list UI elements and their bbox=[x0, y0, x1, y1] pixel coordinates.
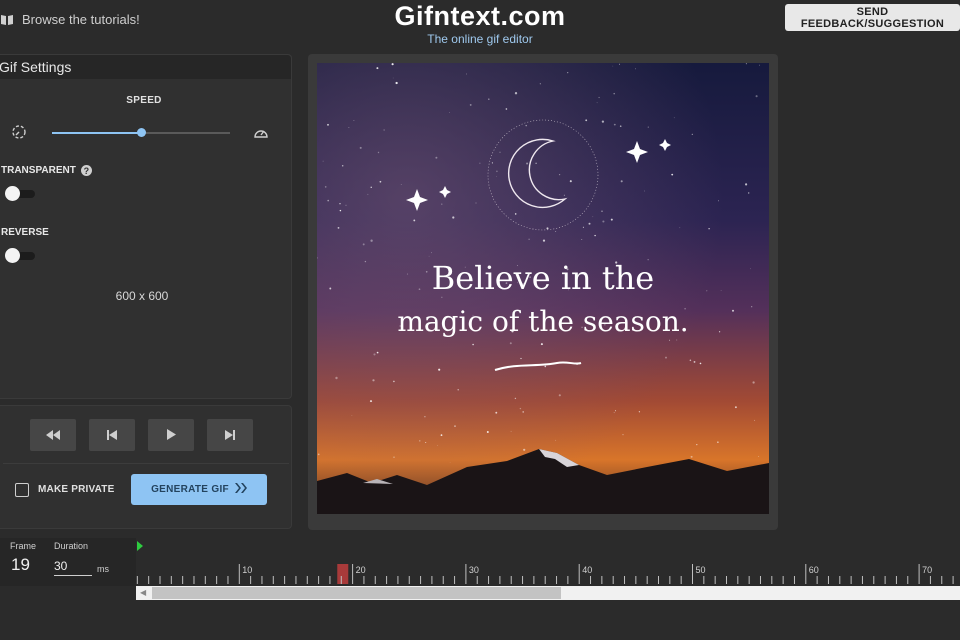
toggle-knob bbox=[5, 186, 20, 201]
fast-speed-icon[interactable] bbox=[253, 125, 269, 144]
transparent-text: TRANSPARENT bbox=[1, 165, 76, 176]
speed-slider[interactable] bbox=[52, 128, 230, 137]
speed-slider-fill bbox=[52, 132, 141, 134]
caption-line-1: Believe in the bbox=[431, 259, 655, 297]
generate-gif-label: GENERATE GIF bbox=[151, 484, 229, 495]
play-icon bbox=[166, 428, 176, 443]
reverse-toggle[interactable] bbox=[5, 248, 35, 263]
ruler-label: 10 bbox=[242, 565, 252, 575]
reverse-label: REVERSE bbox=[1, 227, 49, 238]
book-icon bbox=[0, 14, 14, 26]
make-private-label: MAKE PRIVATE bbox=[38, 484, 115, 495]
double-chevron-right-icon bbox=[234, 483, 247, 496]
generate-gif-button[interactable]: GENERATE GIF bbox=[131, 474, 267, 505]
ruler-label: 30 bbox=[469, 565, 479, 575]
header: Browse the tutorials! Gifntext.com The o… bbox=[0, 0, 960, 48]
step-back-button[interactable] bbox=[89, 419, 135, 451]
tutorials-label: Browse the tutorials! bbox=[22, 12, 140, 27]
make-private-checkbox[interactable] bbox=[15, 483, 29, 497]
scroll-left-arrow-icon[interactable]: ◀ bbox=[140, 588, 146, 597]
transparent-toggle[interactable] bbox=[5, 186, 35, 201]
timeline-ruler[interactable]: 10 20 30 40 50 60 70 bbox=[136, 538, 960, 586]
rewind-icon bbox=[46, 428, 60, 443]
transparent-label: TRANSPARENT ? bbox=[1, 165, 92, 176]
panel-title: Gif Settings bbox=[0, 59, 72, 75]
reverse-text: REVERSE bbox=[1, 227, 49, 238]
help-icon[interactable]: ? bbox=[80, 165, 92, 176]
gif-settings-panel: Gif Settings SPEED TRANSPARENT ? REVERSE… bbox=[0, 54, 292, 399]
step-back-icon bbox=[107, 428, 117, 443]
frame-value: 19 bbox=[11, 555, 30, 574]
playhead[interactable] bbox=[337, 564, 349, 584]
canvas-frame: Believe in the magic of the season. bbox=[308, 54, 778, 530]
divider bbox=[3, 463, 289, 464]
ruler-label: 70 bbox=[922, 565, 932, 575]
ruler-label: 20 bbox=[356, 565, 366, 575]
play-button[interactable] bbox=[148, 419, 194, 451]
speed-label: SPEED bbox=[126, 95, 162, 106]
timeline-start-marker bbox=[137, 541, 143, 551]
gif-preview[interactable]: Believe in the magic of the season. bbox=[317, 63, 769, 514]
brand: Gifntext.com The online gif editor bbox=[330, 0, 630, 46]
brand-title: Gifntext.com bbox=[394, 1, 566, 31]
send-feedback-button[interactable]: SEND FEEDBACK/SUGGESTION bbox=[785, 4, 960, 31]
speed-slider-handle[interactable] bbox=[137, 128, 146, 137]
ruler-label: 40 bbox=[582, 565, 592, 575]
ruler-label: 60 bbox=[809, 565, 819, 575]
brand-subtitle: The online gif editor bbox=[427, 32, 533, 46]
ruler-ticks: 10 20 30 40 50 60 70 bbox=[136, 541, 954, 584]
toggle-knob bbox=[5, 248, 20, 263]
frame-label: Frame bbox=[10, 541, 37, 551]
duration-unit: ms bbox=[97, 564, 109, 574]
ruler-label: 50 bbox=[696, 565, 706, 575]
caption-line-2: magic of the season. bbox=[397, 305, 689, 338]
controls-panel: MAKE PRIVATE GENERATE GIF bbox=[0, 405, 292, 529]
scrollbar-thumb[interactable] bbox=[152, 587, 561, 599]
panel-header: Gif Settings bbox=[0, 55, 291, 79]
rewind-button[interactable] bbox=[30, 419, 76, 451]
dimensions-label: 600 x 600 bbox=[115, 289, 169, 303]
slow-speed-icon[interactable] bbox=[11, 124, 27, 145]
duration-input[interactable] bbox=[54, 557, 92, 576]
step-forward-icon bbox=[225, 428, 235, 443]
duration-label: Duration bbox=[54, 541, 89, 551]
tutorials-link[interactable]: Browse the tutorials! bbox=[0, 12, 140, 27]
step-forward-button[interactable] bbox=[207, 419, 253, 451]
